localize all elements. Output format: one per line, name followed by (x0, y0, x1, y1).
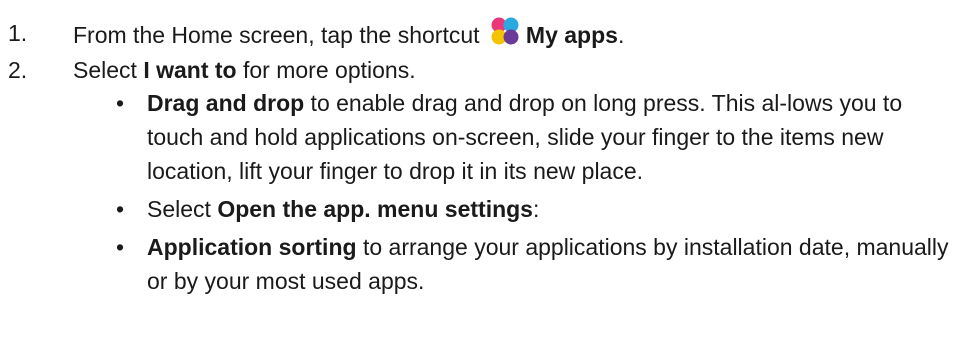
list-item-text: : (532, 196, 540, 222)
bullet-icon: • (115, 196, 125, 222)
list-item-text-before: Select (147, 196, 218, 222)
step-number: 2. (8, 57, 28, 83)
step-text-after: . (617, 22, 625, 48)
step-text: From the Home screen, tap the shortcut M… (73, 16, 624, 52)
open-menu-settings-label: Open the app. menu settings (217, 196, 533, 222)
application-sorting-label: Application sorting (147, 234, 357, 260)
my-apps-label: My apps (525, 22, 618, 48)
step-text-after: for more options. (236, 57, 416, 83)
bullet-icon: • (115, 234, 125, 260)
bullet-icon: • (115, 90, 125, 116)
list-item-open-menu-settings: • Select Open the app. menu settings: (0, 192, 962, 226)
instruction-document: 1. From the Home screen, tap the shortcu… (0, 0, 975, 364)
drag-and-drop-label: Drag and drop (147, 90, 305, 116)
step-text-before: Select (73, 57, 137, 83)
list-item-drag-and-drop: • Drag and drop to enable drag and drop … (0, 86, 962, 188)
step-text: Select I want to for more options. (73, 53, 416, 87)
step-number: 1. (8, 20, 28, 46)
list-item-application-sorting: • Application sorting to arrange your ap… (0, 230, 962, 298)
my-apps-icon (491, 17, 519, 45)
i-want-to-label: I want to (143, 57, 237, 83)
step-text-before: From the Home screen, tap the shortcut (73, 22, 480, 48)
options-list: • Drag and drop to enable drag and drop … (0, 86, 975, 298)
